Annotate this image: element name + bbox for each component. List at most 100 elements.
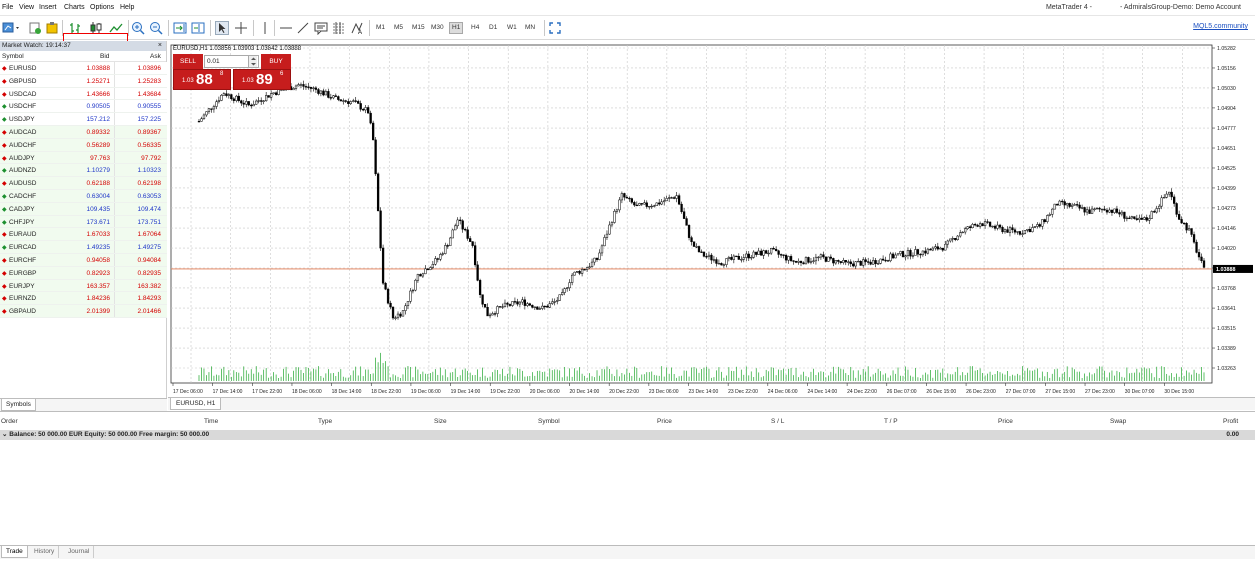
market-watch-row[interactable]: ◆ CADJPY 109.435 109.474 (0, 202, 167, 216)
tf-h4[interactable]: H4 (469, 22, 481, 34)
menu-insert[interactable]: Insert (39, 4, 57, 11)
candle (451, 229, 454, 239)
menu-help[interactable]: Help (120, 4, 134, 11)
data-window-icon[interactable] (45, 21, 59, 35)
candle (255, 100, 258, 105)
col-swap[interactable]: Swap (1110, 418, 1126, 425)
col-symbol[interactable]: Symbol (2, 53, 24, 60)
balance-row[interactable]: ⌄ Balance: 50 000.00 EUR Equity: 50 000.… (0, 430, 1255, 440)
candle (1063, 201, 1066, 206)
profiles-icon[interactable] (28, 21, 42, 35)
cursor-icon[interactable] (215, 21, 229, 35)
ask-price: 163.382 (137, 282, 162, 290)
buy-button[interactable]: BUY (261, 54, 291, 69)
candle (354, 100, 357, 102)
candle (732, 255, 735, 260)
zoom-in-icon[interactable] (131, 21, 145, 35)
candle (1138, 217, 1141, 220)
market-watch-row[interactable]: ◆ AUDJPY 97.763 97.792 (0, 151, 167, 165)
tf-w1[interactable]: W1 (505, 22, 519, 34)
symbol-name: EURUSD (9, 65, 37, 72)
market-watch-row[interactable]: ◆ GBPAUD 2.01399 2.01466 (0, 305, 167, 318)
menu-view[interactable]: View (19, 4, 34, 11)
market-watch-row[interactable]: ◆ AUDUSD 0.62188 0.62198 (0, 177, 167, 190)
symbol-name: EURGBP (9, 269, 37, 277)
tf-mn[interactable]: MN (523, 22, 537, 34)
market-watch-row[interactable]: ◆ EURAUD 1.67033 1.67064 (0, 228, 167, 242)
menu-file[interactable]: File (2, 4, 13, 11)
col-sl[interactable]: S / L (771, 418, 784, 425)
col-size[interactable]: Size (434, 418, 447, 425)
market-watch-row[interactable]: ◆ AUDNZD 1.10279 1.10323 (0, 164, 167, 178)
col-time[interactable]: Time (204, 418, 218, 425)
fibonacci-icon[interactable] (332, 21, 346, 35)
crosshair-icon[interactable] (234, 21, 248, 35)
candlestick-chart[interactable]: EURUSD,H1 1.03856 1.03903 1.03842 1.0388… (168, 41, 1255, 397)
market-watch-row[interactable]: ◆ CADCHF 0.63004 0.63053 (0, 190, 167, 203)
market-watch-row[interactable]: ◆ EURJPY 163.357 163.382 (0, 279, 167, 293)
sell-price[interactable]: 1.03 88 8 (173, 69, 231, 90)
tab-journal[interactable]: Journal (64, 546, 95, 558)
col-bid[interactable]: Bid (100, 53, 109, 60)
market-watch-row[interactable]: ◆ GBPUSD 1.25271 1.25283 (0, 74, 167, 88)
candle (720, 263, 723, 266)
new-chart-icon[interactable] (2, 21, 22, 35)
price-chart[interactable]: EURUSD,H1 1.03856 1.03903 1.03842 1.0388… (168, 41, 1255, 397)
tf-m5[interactable]: M5 (392, 22, 405, 34)
col-profit[interactable]: Profit (1223, 418, 1238, 425)
market-watch-row[interactable]: ◆ CHFJPY 173.671 173.751 (0, 215, 167, 229)
lots-spinner-icon[interactable] (248, 56, 257, 67)
mql5-community-link[interactable]: MQL5.community (1193, 23, 1248, 30)
trendline-icon[interactable] (296, 21, 310, 35)
market-watch-row[interactable]: ◆ USDCHF 0.90505 0.90555 (0, 100, 167, 114)
tab-symbols[interactable]: Symbols (1, 399, 36, 411)
market-watch-row[interactable]: ◆ EURNZD 1.84236 1.84293 (0, 292, 167, 306)
candle (265, 95, 268, 102)
down-arrow-icon: ◆ (2, 270, 7, 277)
market-watch-row[interactable]: ◆ EURCHF 0.94058 0.94084 (0, 254, 167, 267)
sell-button[interactable]: SELL (173, 54, 203, 69)
candle (242, 102, 245, 105)
tf-m1[interactable]: M1 (374, 22, 387, 34)
buy-price[interactable]: 1.03 89 6 (233, 69, 291, 90)
tab-trade[interactable]: Trade (1, 546, 28, 558)
close-icon[interactable]: × (158, 41, 162, 51)
market-watch-row[interactable]: ◆ EURGBP 0.82923 0.82935 (0, 266, 167, 280)
candle (1071, 204, 1074, 207)
tab-history[interactable]: History (30, 546, 60, 558)
candle (936, 246, 939, 250)
tf-m15[interactable]: M15 (410, 22, 427, 34)
col-price-current[interactable]: Price (998, 418, 1013, 425)
market-watch-row[interactable]: ◆ EURCAD 1.49235 1.49275 (0, 241, 167, 254)
candle (1153, 211, 1156, 213)
market-watch-row[interactable]: ◆ AUDCAD 0.89332 0.89367 (0, 126, 167, 139)
col-tp[interactable]: T / P (884, 418, 898, 425)
bid-price: 2.01399 (86, 308, 111, 316)
zoom-out-icon[interactable] (149, 21, 163, 35)
tf-h1[interactable]: H1 (449, 22, 464, 34)
menu-options[interactable]: Options (90, 4, 114, 11)
autoscroll-icon[interactable] (173, 21, 187, 35)
col-symbol[interactable]: Symbol (538, 418, 560, 425)
market-watch-row[interactable]: ◆ USDCAD 1.43666 1.43684 (0, 87, 167, 101)
col-ask[interactable]: Ask (150, 53, 161, 60)
vertical-line-icon[interactable] (258, 21, 272, 35)
candle (269, 93, 273, 98)
tab-eurusd-h1[interactable]: EURUSD, H1 (170, 398, 222, 410)
candle (299, 84, 303, 86)
tf-d1[interactable]: D1 (487, 22, 499, 34)
market-watch-row[interactable]: ◆ EURUSD 1.03888 1.03896 (0, 62, 167, 75)
market-watch-row[interactable]: ◆ AUDCHF 0.56289 0.56335 (0, 138, 167, 152)
col-order[interactable]: Order (1, 418, 18, 425)
menu-charts[interactable]: Charts (64, 4, 85, 11)
shapes-icon[interactable]: A (350, 21, 364, 35)
col-type[interactable]: Type (318, 418, 332, 425)
tf-m30[interactable]: M30 (429, 22, 446, 34)
chart-shift-icon[interactable] (191, 21, 205, 35)
col-price[interactable]: Price (657, 418, 672, 425)
fullscreen-icon[interactable] (548, 21, 562, 35)
text-label-icon[interactable] (314, 21, 328, 35)
candle (491, 313, 494, 316)
horizontal-line-icon[interactable] (279, 21, 293, 35)
market-watch-row[interactable]: ◆ USDJPY 157.212 157.225 (0, 113, 167, 126)
